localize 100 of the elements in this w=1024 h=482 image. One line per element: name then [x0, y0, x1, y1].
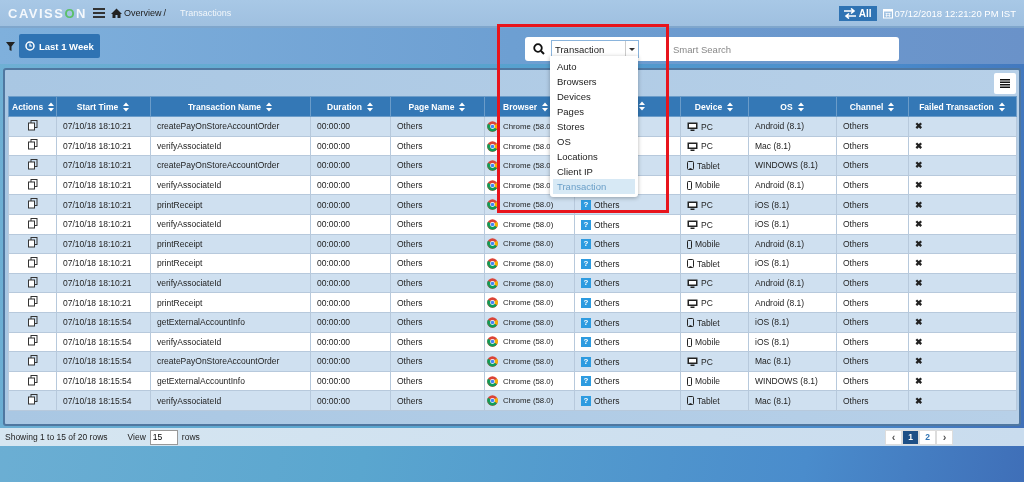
monitor-icon — [687, 220, 698, 230]
dropdown-option[interactable]: Auto — [553, 59, 635, 74]
table-cell: verifyAssociateId — [157, 278, 222, 289]
breadcrumb-link[interactable]: Overview — [123, 8, 162, 18]
help-icon: ? — [581, 356, 591, 367]
table-cell: 07/10/18 18:10:21 — [63, 278, 132, 289]
table-cell: Others — [397, 278, 423, 289]
copy-icon[interactable] — [27, 276, 38, 288]
cross-icon: ✖ — [915, 160, 923, 171]
browser-icon — [487, 120, 498, 132]
copy-icon[interactable] — [27, 159, 38, 170]
browser-icon — [487, 375, 498, 387]
table-cell: 00:00:00 — [317, 317, 351, 328]
table-cell: Others — [397, 219, 423, 230]
search-icon — [533, 43, 545, 55]
cross-icon: ✖ — [915, 121, 923, 132]
browser-icon — [487, 179, 498, 191]
search-field[interactable]: Transaction Smart Search — [525, 37, 899, 61]
column-header[interactable]: Duration — [310, 96, 391, 117]
caret-icon — [629, 47, 635, 51]
copy-icon[interactable] — [27, 296, 38, 308]
table-cell: Tablet — [697, 258, 720, 269]
table-cell: 07/10/18 18:10:21 — [63, 219, 132, 230]
table-cell: Others — [843, 180, 869, 191]
copy-icon[interactable] — [27, 256, 38, 268]
table-cell: Mobile — [695, 376, 721, 387]
browser-icon — [487, 277, 498, 289]
dropdown-option[interactable]: Browsers — [553, 74, 635, 89]
table-cell: PC — [701, 278, 713, 289]
next-page-button[interactable]: › — [936, 429, 953, 445]
copy-icon[interactable] — [27, 178, 38, 190]
copy-icon[interactable] — [27, 374, 38, 386]
phone-icon — [687, 376, 692, 386]
table-cell: verifyAssociateId — [157, 219, 222, 230]
copy-icon[interactable] — [27, 119, 38, 131]
time-range-button[interactable]: Last 1 Week — [19, 34, 100, 58]
table-cell: 00:00:00 — [317, 336, 351, 347]
copy-icon[interactable] — [27, 217, 38, 229]
table-cell: Others — [843, 356, 869, 367]
column-header[interactable]: Page Name — [390, 96, 485, 117]
help-icon: ? — [581, 337, 591, 348]
all-button[interactable]: All — [838, 5, 877, 21]
table-cell: 07/10/18 18:15:54 — [63, 395, 132, 406]
table-cell: Mac (8.1) — [755, 395, 791, 406]
table-cell: 00:00:00 — [317, 395, 351, 406]
table-cell: iOS (8.1) — [755, 258, 789, 269]
table-cell: 07/10/18 18:10:21 — [63, 199, 132, 210]
table-cell: Others — [594, 317, 620, 328]
table-cell: Others — [397, 356, 423, 367]
column-header[interactable]: Actions — [8, 96, 57, 117]
table-cell: createPayOnStoreAccountOrder — [157, 160, 280, 171]
help-icon: ? — [581, 239, 591, 250]
table-cell: Tablet — [697, 160, 720, 171]
previous-page-button[interactable]: ‹ — [885, 429, 902, 445]
copy-icon[interactable] — [27, 198, 38, 210]
table-cell: 00:00:00 — [317, 121, 351, 132]
table-cell: Others — [843, 140, 869, 151]
column-header[interactable]: Transaction Name — [150, 96, 311, 117]
column-header[interactable]: Failed Transaction — [908, 96, 1017, 117]
table-cell: PC — [701, 219, 713, 230]
rows-label: rows — [181, 432, 200, 442]
home-icon[interactable] — [110, 8, 122, 18]
table-cell: createPayOnStoreAccountOrder — [157, 121, 280, 132]
help-icon: ? — [581, 200, 591, 211]
page-button[interactable]: 1 — [902, 429, 919, 445]
monitor-icon — [687, 141, 698, 151]
browser-icon — [487, 297, 498, 309]
monitor-icon — [687, 298, 698, 308]
table-cell: Others — [397, 336, 423, 347]
copy-icon[interactable] — [27, 139, 38, 151]
copy-icon[interactable] — [27, 354, 38, 366]
monitor-icon — [687, 278, 698, 288]
table-cell: createPayOnStoreAccountOrder — [157, 356, 280, 367]
table-cell: getExternalAccountInfo — [157, 317, 245, 328]
help-icon: ? — [581, 258, 591, 269]
dropdown-option[interactable]: Locations — [553, 149, 635, 164]
help-icon: ? — [581, 219, 591, 230]
table-cell: printReceipt — [157, 297, 203, 308]
copy-icon[interactable] — [27, 335, 38, 347]
table-cell: Others — [397, 395, 423, 406]
dropdown-option[interactable]: Stores — [553, 119, 635, 134]
column-header[interactable]: OS — [748, 96, 837, 117]
table-cell: iOS (8.1) — [755, 219, 789, 230]
page-size-field[interactable]: 15 — [149, 429, 178, 445]
page-button[interactable]: 2 — [919, 429, 936, 445]
column-header[interactable]: Channel — [836, 96, 909, 117]
copy-icon[interactable] — [27, 315, 38, 327]
dropdown-option[interactable]: Client IP — [553, 164, 635, 179]
copy-icon[interactable] — [27, 237, 38, 249]
phone-icon — [687, 239, 692, 249]
filter-icon[interactable] — [6, 41, 15, 51]
phone-icon — [687, 180, 692, 190]
dropdown-option[interactable]: OS — [553, 134, 635, 149]
table-cell: Others — [843, 376, 869, 386]
column-header[interactable]: Device — [680, 96, 749, 117]
menu-icon[interactable] — [92, 7, 105, 19]
sort-icon — [726, 101, 735, 112]
copy-icon[interactable] — [27, 394, 38, 406]
column-menu-button[interactable] — [994, 72, 1016, 94]
column-header[interactable]: Start Time — [56, 96, 151, 117]
